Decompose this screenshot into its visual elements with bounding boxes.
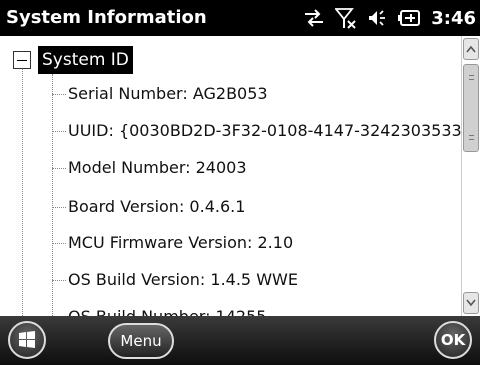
bottom-softkey-bar: Menu OK: [0, 316, 480, 365]
start-button[interactable]: [8, 321, 46, 359]
tree-connector: [52, 94, 66, 95]
tree-item-os-build-number[interactable]: OS Build Number: 14255: [68, 307, 266, 316]
vertical-scrollbar[interactable]: [461, 36, 480, 316]
scroll-thumb[interactable]: [463, 64, 479, 152]
sync-icon: [303, 9, 325, 27]
tree-item-os-build-version[interactable]: OS Build Version: 1.4.5 WWE: [68, 270, 298, 289]
collapse-toggle[interactable]: [13, 51, 31, 69]
ok-button[interactable]: OK: [434, 321, 472, 359]
tree-item-board-version[interactable]: Board Version: 0.4.6.1: [68, 197, 245, 216]
scroll-up-button[interactable]: [463, 38, 479, 60]
battery-icon: [397, 9, 421, 27]
tree-item-mcu-firmware-version[interactable]: MCU Firmware Version: 2.10: [68, 233, 293, 252]
chevron-up-icon: [466, 45, 476, 53]
tree-connector: [52, 243, 66, 244]
grip-line: [469, 79, 474, 80]
grip-line: [469, 75, 474, 76]
speaker-icon: [367, 9, 387, 27]
grip-line: [469, 139, 474, 140]
chevron-down-icon: [466, 299, 476, 307]
tree-connector: [52, 168, 66, 169]
system-info-tree[interactable]: System ID Serial Number: AG2B053 UUID: {…: [0, 36, 480, 316]
grip-line: [469, 135, 474, 136]
tree-connector: [22, 69, 23, 316]
tree-item-serial-number[interactable]: Serial Number: AG2B053: [68, 84, 268, 103]
tree-item-model-number[interactable]: Model Number: 24003: [68, 158, 247, 177]
window-title: System Information: [6, 7, 207, 28]
tree-item-uuid[interactable]: UUID: {0030BD2D-3F32-0108-4147-324230353…: [68, 121, 480, 140]
no-signal-icon: [335, 7, 357, 29]
tree-connector: [52, 207, 66, 208]
tree-connector: [52, 280, 66, 281]
tree-connector: [52, 131, 66, 132]
menu-button[interactable]: Menu: [108, 323, 174, 359]
clock: 3:46: [431, 7, 476, 29]
status-area[interactable]: 3:46: [303, 5, 476, 31]
title-bar: System Information 3:46: [0, 0, 480, 36]
scroll-down-button[interactable]: [463, 292, 479, 314]
windows-logo-icon: [19, 331, 35, 348]
tree-root-system-id[interactable]: System ID: [38, 46, 133, 74]
